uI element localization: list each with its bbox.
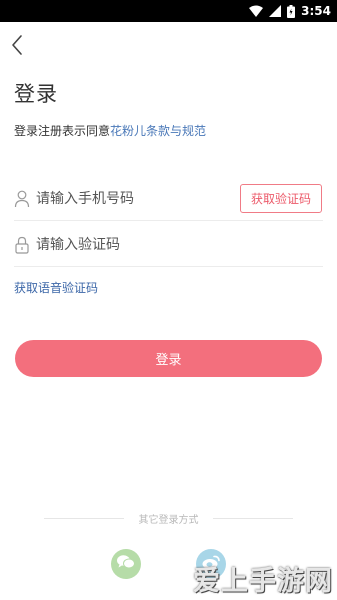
agreement-text: 登录注册表示同意花粉儿条款与规范 bbox=[14, 122, 206, 139]
wifi-icon bbox=[249, 5, 264, 17]
other-login-label: 其它登录方式 bbox=[138, 515, 199, 526]
chevron-left-icon bbox=[9, 35, 27, 60]
agreement-prefix: 登录注册表示同意 bbox=[14, 124, 111, 138]
phone-input[interactable] bbox=[36, 185, 236, 213]
page-title: 登录 bbox=[14, 82, 58, 106]
get-code-button[interactable]: 获取验证码 bbox=[240, 184, 322, 213]
agreement-link[interactable]: 花粉儿条款与规范 bbox=[110, 124, 206, 138]
code-input[interactable] bbox=[36, 231, 236, 259]
wechat-icon bbox=[116, 554, 136, 574]
battery-icon bbox=[287, 4, 296, 18]
signal-icon bbox=[269, 5, 282, 17]
wechat-login-button[interactable] bbox=[111, 549, 141, 579]
user-icon bbox=[14, 190, 30, 208]
divider-right bbox=[213, 518, 293, 519]
login-button[interactable]: 登录 bbox=[15, 340, 322, 377]
voice-code-link[interactable]: 获取语音验证码 bbox=[14, 279, 98, 296]
code-field bbox=[14, 223, 323, 267]
watermark: 爱上手游网 bbox=[193, 566, 333, 597]
status-time: 3:54 bbox=[301, 4, 331, 18]
back-button[interactable] bbox=[9, 34, 27, 56]
status-icons: 3:54 bbox=[249, 2, 331, 20]
divider-left bbox=[44, 518, 124, 519]
status-bar: 3:54 bbox=[0, 0, 337, 22]
lock-icon bbox=[14, 236, 30, 254]
